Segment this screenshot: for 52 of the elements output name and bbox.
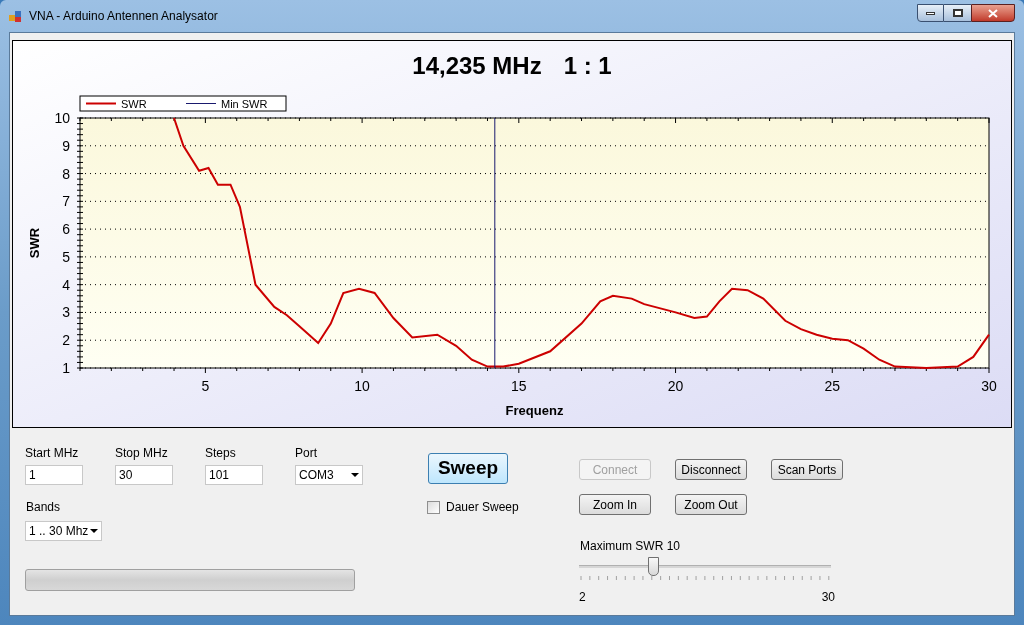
bands-dropdown[interactable]: 1 .. 30 Mhz [25,521,102,541]
action-button[interactable]: Zoom Out [675,494,747,515]
frequency-reading: 14,235 MHz [412,50,542,81]
maximize-button[interactable] [944,4,971,22]
axis-label: 6 [62,220,70,237]
slider-max: 30 [821,589,835,606]
checkbox[interactable] [427,500,440,514]
action-button[interactable]: Scan Ports [771,459,843,480]
axis-label: 5 [201,377,210,394]
axis-label: 15 [511,377,527,394]
axis-label: 30 [981,377,997,394]
axis-title: Frequenz [505,402,564,418]
caret-icon [351,473,359,477]
axis-label: 2 [62,331,70,348]
axis-title: SWR [27,227,42,258]
field-label: Start MHz [25,445,80,462]
legend-label: SWR [121,97,147,110]
number-field[interactable]: 1 [25,465,83,485]
action-button[interactable]: Disconnect [675,459,747,480]
checkbox-label: Dauer Sweep [446,499,519,516]
number-field[interactable]: 101 [205,465,263,485]
number-field[interactable]: 30 [115,465,173,485]
axis-label: 7 [62,193,70,210]
axis-label: 1 [62,359,70,376]
axis-label: 10 [54,109,70,126]
legend-label: Min SWR [221,97,268,110]
axis-label: 9 [62,137,70,154]
axis-label: 3 [62,304,70,321]
app-icon [9,9,23,23]
sweep-button[interactable]: Sweep [428,453,508,484]
slider-min: 2 [579,589,586,606]
slider-thumb[interactable] [647,557,659,576]
field-label: Port [295,445,318,462]
slider-track[interactable] [579,557,831,576]
port-dropdown[interactable]: COM3 [295,465,363,485]
axis-label: 20 [667,377,684,394]
axis-label: 10 [354,377,370,394]
minimize-button[interactable] [917,4,944,22]
field-label: Stop MHz [115,445,169,462]
field-label: Bands [26,499,62,516]
field-label: Steps [205,445,237,462]
close-button[interactable] [971,4,1015,22]
caret-icon [90,529,98,533]
axis-label: 5 [62,248,70,265]
action-button[interactable]: Zoom In [579,494,651,515]
swr-ratio: 1 : 1 [563,50,612,81]
slider-label: Maximum SWR 10 [580,538,682,555]
window-title: VNA - Arduino Antennen Analysator [29,8,218,25]
close-icon [988,8,998,18]
axis-label: 4 [62,276,70,293]
axis-label: 8 [62,165,70,182]
axis-label: 25 [824,377,841,394]
